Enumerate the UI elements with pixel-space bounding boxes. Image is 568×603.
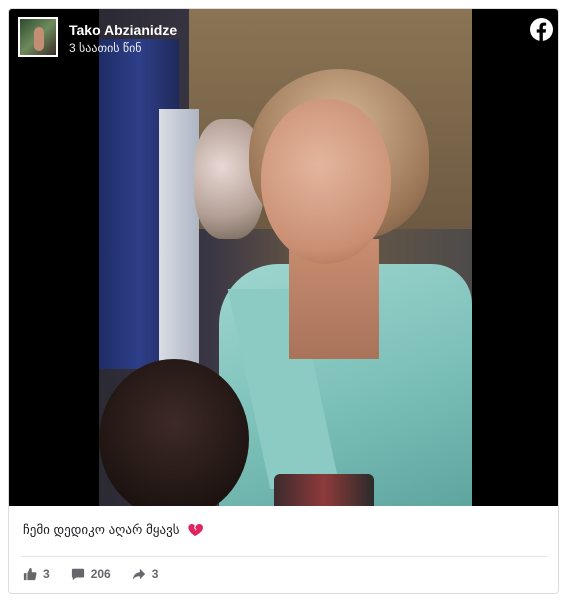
comment-count: 206	[90, 567, 111, 581]
share-arrow-icon	[132, 568, 145, 580]
post-timestamp[interactable]: 3 საათის წინ	[69, 40, 177, 56]
broken-heart-icon	[187, 524, 203, 536]
caption-text: ჩემი დედიკო აღარ მყავს	[23, 522, 180, 537]
comment-icon	[71, 568, 84, 581]
post-header: Tako Abzianidze 3 საათის წინ	[18, 17, 177, 57]
comment-stat[interactable]: 206	[71, 567, 111, 581]
facebook-icon[interactable]	[530, 18, 553, 41]
post-photo[interactable]	[99, 9, 472, 506]
facebook-post-embed: Tako Abzianidze 3 საათის წინ ჩემი დედიკო…	[8, 8, 559, 594]
post-caption: ჩემი დედიკო აღარ მყავს	[23, 522, 203, 538]
divider	[21, 556, 548, 557]
thumbs-up-icon	[23, 567, 37, 581]
author-avatar[interactable]	[18, 17, 58, 57]
like-stat[interactable]: 3	[23, 567, 50, 581]
author-name[interactable]: Tako Abzianidze	[69, 22, 177, 39]
share-stat[interactable]: 3	[132, 567, 159, 581]
share-count: 3	[151, 567, 159, 581]
post-media[interactable]: Tako Abzianidze 3 საათის წინ	[9, 9, 558, 506]
like-count: 3	[43, 567, 50, 581]
post-stats: 3 206 3	[23, 567, 179, 581]
